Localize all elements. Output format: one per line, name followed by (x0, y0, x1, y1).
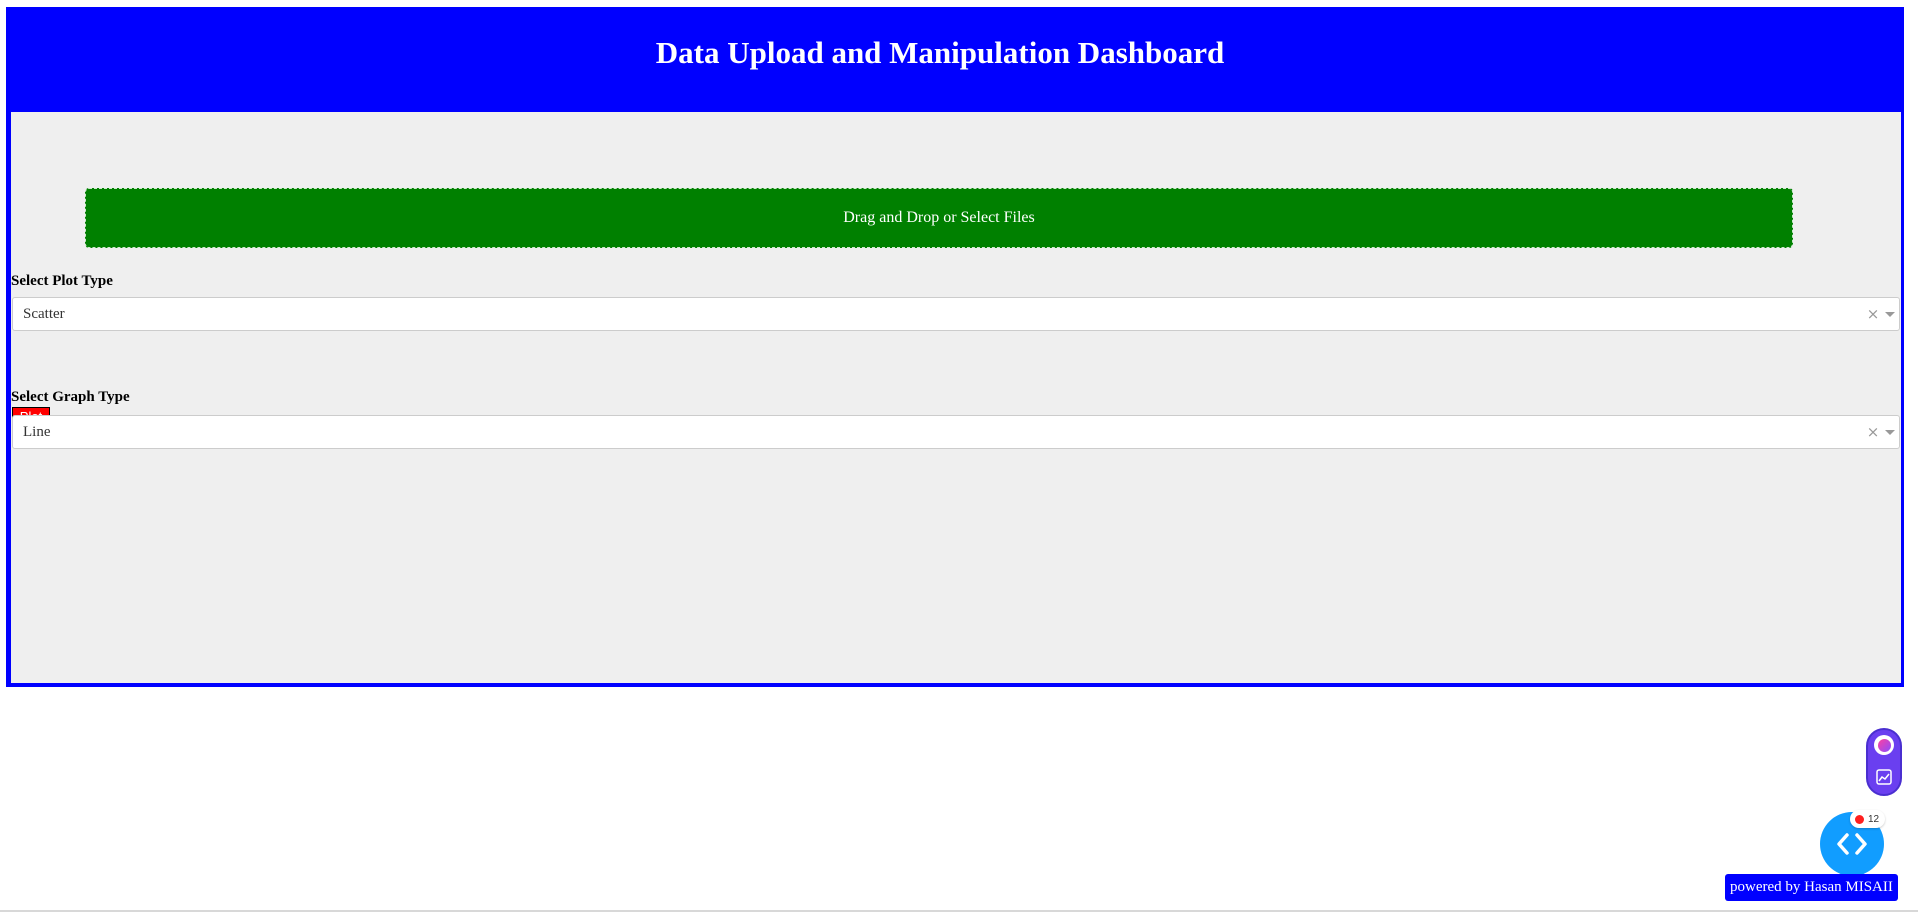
graph-type-clear-icon[interactable]: × (1864, 423, 1882, 441)
app-frame: Data Upload and Manipulation Dashboard D… (6, 7, 1904, 687)
error-count: 12 (1868, 813, 1880, 825)
plot-type-clear-icon[interactable]: × (1864, 305, 1882, 323)
graph-type-value: Line (23, 423, 51, 440)
plot-type-dropdown[interactable]: Scatter × (12, 297, 1900, 331)
chevron-down-icon[interactable] (1885, 311, 1895, 317)
upload-label: Drag and Drop or Select Files (843, 209, 1035, 226)
code-chevrons-icon (1837, 833, 1867, 855)
chart-icon[interactable] (1876, 769, 1892, 785)
graph-type-label: Select Graph Type (11, 389, 130, 405)
powered-by-badge: powered by Hasan MISAII (1725, 874, 1898, 901)
main-content: Drag and Drop or Select Files Select Plo… (11, 112, 1901, 683)
plot-type-value: Scatter (23, 305, 65, 322)
page-title: Data Upload and Manipulation Dashboard (655, 34, 1225, 70)
graph-type-dropdown[interactable]: Line × (12, 415, 1900, 449)
ai-orb-icon[interactable] (1874, 735, 1894, 755)
file-upload-dropzone[interactable]: Drag and Drop or Select Files (85, 188, 1793, 248)
header: Data Upload and Manipulation Dashboard (6, 7, 1904, 112)
error-badge[interactable]: 12 (1850, 810, 1886, 828)
plot-type-label: Select Plot Type (11, 273, 113, 289)
chevron-down-icon[interactable] (1885, 429, 1895, 435)
error-dot-icon (1855, 814, 1864, 824)
side-widget[interactable] (1866, 728, 1902, 796)
